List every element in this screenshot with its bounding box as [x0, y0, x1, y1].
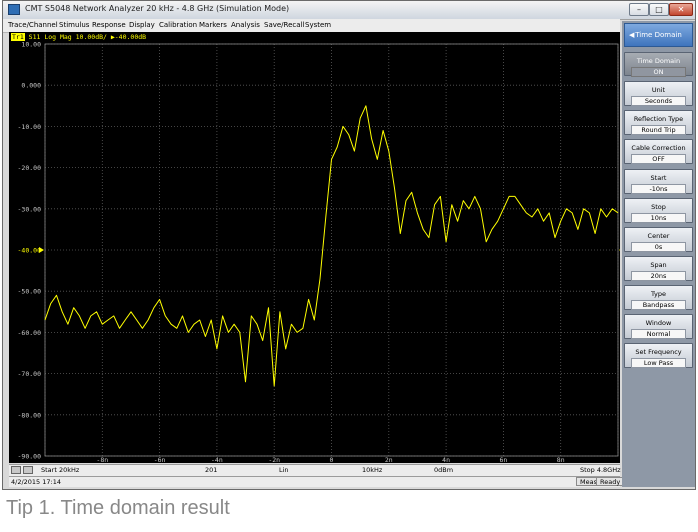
softkey-set-frequency[interactable]: Set Frequency Low Pass: [624, 343, 693, 368]
softkey-label: Set Frequency: [635, 348, 682, 356]
softkey-label: Center: [647, 232, 670, 240]
stimulus-icon[interactable]: [23, 466, 33, 474]
power-level[interactable]: 0dBm: [434, 466, 453, 474]
start-frequency[interactable]: Start 20kHz: [41, 466, 79, 474]
menu-stimulus[interactable]: Stimulus: [59, 21, 89, 29]
softkey-label: Stop: [651, 203, 666, 211]
softkey-type[interactable]: Type Bandpass: [624, 285, 693, 310]
y-tick-label: 10.00: [21, 41, 41, 49]
title-bar: CMT S5048 Network Analyzer 20 kHz - 4.8 …: [3, 1, 695, 20]
back-arrow-icon: ◀: [629, 31, 635, 39]
menu-save-recall[interactable]: Save/Recall: [264, 21, 304, 29]
softkey-center[interactable]: Center 0s: [624, 227, 693, 252]
softkey-value: ON: [631, 67, 686, 77]
softkey-time-domain[interactable]: Time Domain ON: [624, 52, 693, 77]
softkey-label: Cable Correction: [631, 144, 686, 152]
menu-response[interactable]: Response: [92, 21, 126, 29]
softkey-label: Reflection Type: [633, 115, 684, 123]
menu-markers[interactable]: Markers: [199, 21, 227, 29]
figure-caption: Tip 1. Time domain result: [6, 497, 230, 519]
softkey-value: 10ns: [631, 213, 686, 223]
x-tick-label: 8n: [557, 456, 565, 463]
app-logo-icon: [8, 4, 20, 15]
ref-level-marker-left: [39, 247, 44, 253]
if-bandwidth[interactable]: 10kHz: [362, 466, 382, 474]
close-button[interactable]: ✕: [669, 3, 693, 16]
points-count[interactable]: 201: [205, 466, 217, 474]
x-tick-label: -2n: [268, 456, 280, 463]
trace-ref-value: -40.00dB: [114, 33, 147, 41]
softkey-label: Time Domain: [636, 57, 681, 65]
time-domain-plot: 10.00 0.000 -10.00 -20.00 -30.00 -40.00 -50.00…: [18, 41, 620, 463]
status-icons: [11, 466, 39, 474]
x-tick-label: -4n: [211, 456, 223, 463]
menu-display[interactable]: Display: [129, 21, 155, 29]
menu-trace-channel[interactable]: Trace/Channel: [8, 21, 58, 29]
channel-window-icon[interactable]: [11, 466, 21, 474]
softkey-label: Unit: [651, 86, 666, 94]
minimize-button[interactable]: –: [629, 3, 649, 16]
softkey-value: 0s: [631, 242, 686, 252]
softkey-stop[interactable]: Stop 10ns: [624, 198, 693, 223]
stop-frequency[interactable]: Stop 4.8GHz: [580, 466, 621, 474]
softkey-reflection-type[interactable]: Reflection Type Round Trip: [624, 110, 693, 135]
softkey-panel: ◀ Time Domain Time Domain ON Unit Seconds …: [622, 21, 695, 487]
softkey-label: Start: [650, 174, 667, 182]
channel-status-bar: Start 20kHz 201 Lin 10kHz 0dBm Stop 4.8G…: [9, 464, 621, 476]
y-tick-label: 0.000: [21, 82, 41, 90]
y-tick-label: -10.00: [18, 123, 42, 131]
softkey-span[interactable]: Span 20ns: [624, 256, 693, 281]
x-tick-label: -6n: [154, 456, 166, 463]
softkey-start[interactable]: Start -10ns: [624, 169, 693, 194]
ref-level-marker-right: [619, 249, 620, 251]
softkey-unit[interactable]: Unit Seconds: [624, 81, 693, 106]
softkey-header-time-domain[interactable]: ◀ Time Domain: [624, 23, 693, 47]
softkey-cable-correction[interactable]: Cable Correction OFF: [624, 139, 693, 164]
app-window: CMT S5048 Network Analyzer 20 kHz - 4.8 …: [2, 0, 696, 490]
softkey-label: Type: [651, 290, 666, 298]
trace-format-text: S11 Log Mag 10.00dB/: [24, 33, 111, 41]
y-tick-label: -60.00: [18, 329, 42, 337]
menu-bar: Trace/Channel Stimulus Response Display …: [3, 19, 620, 33]
menu-system[interactable]: System: [305, 21, 331, 29]
menu-analysis[interactable]: Analysis: [231, 21, 260, 29]
softkey-label: Span: [650, 261, 667, 269]
y-tick-label: -90.00: [18, 453, 42, 461]
softkey-value: Low Pass: [631, 358, 686, 368]
softkey-value: 20ns: [631, 271, 686, 281]
y-tick-label: -50.00: [18, 288, 42, 296]
ready-indicator: Ready: [596, 477, 625, 486]
y-tick-label: -70.00: [18, 370, 42, 378]
x-tick-label: 4n: [442, 456, 450, 463]
x-tick-label: 6n: [499, 456, 507, 463]
y-tick-label: -40.00: [18, 247, 42, 255]
softkey-value: Normal: [631, 329, 686, 339]
x-tick-label: -8n: [96, 456, 108, 463]
x-tick-label: 2n: [385, 456, 393, 463]
menu-calibration[interactable]: Calibration: [159, 21, 197, 29]
softkey-value: Seconds: [631, 96, 686, 106]
y-tick-label: -80.00: [18, 411, 42, 419]
softkey-value: OFF: [631, 154, 686, 164]
trace-status-label[interactable]: Tr1 S11 Log Mag 10.00dB/ ▶-40.00dB: [11, 33, 146, 41]
datetime: 4/2/2015 17:14: [11, 478, 61, 486]
y-tick-label: -30.00: [18, 205, 42, 213]
trace-badge: Tr1: [11, 33, 25, 41]
softkey-label: Window: [645, 319, 672, 327]
sweep-type[interactable]: Lin: [279, 466, 289, 474]
x-tick-label: 0: [330, 456, 334, 463]
softkey-value: -10ns: [631, 184, 686, 194]
y-tick-label: -20.00: [18, 164, 42, 172]
softkey-value: Round Trip: [631, 125, 686, 135]
softkey-window[interactable]: Window Normal: [624, 314, 693, 339]
softkey-value: Bandpass: [631, 300, 686, 310]
maximize-button[interactable]: □: [649, 3, 669, 16]
system-status-bar: 4/2/2015 17:14 Meas Ready: [9, 476, 625, 487]
softkey-header-label: Time Domain: [635, 31, 682, 39]
chart-area[interactable]: 10.00 0.000 -10.00 -20.00 -30.00 -40.00 -50.00…: [9, 32, 620, 463]
plot-border: [44, 43, 619, 457]
window-title: CMT S5048 Network Analyzer 20 kHz - 4.8 …: [25, 4, 290, 13]
